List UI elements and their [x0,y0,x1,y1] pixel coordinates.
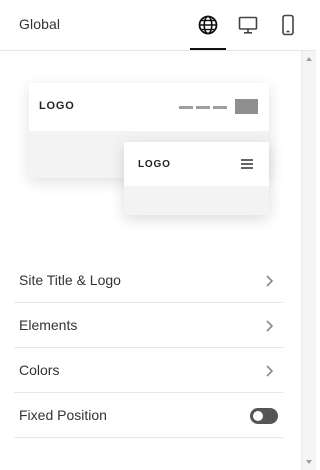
desktop-header-bar: LOGO [29,83,269,131]
hamburger-menu-icon [241,159,253,169]
header-preview: LOGO LOGO [0,51,300,241]
settings-item-label: Site Title & Logo [19,272,121,288]
nav-link-placeholder [213,106,227,109]
mobile-header-bar: LOGO [124,142,269,186]
tab-desktop[interactable] [233,10,263,40]
desktop-logo: LOGO [39,100,75,112]
panel-title: Global [19,16,61,32]
settings-item-elements[interactable]: Elements [14,303,283,348]
desktop-icon [238,16,258,34]
nav-button-placeholder [235,99,258,114]
active-tab-indicator [190,48,226,50]
settings-item-fixed-position: Fixed Position [14,393,283,438]
fixed-position-toggle[interactable] [250,408,278,424]
mobile-icon [282,14,294,36]
settings-item-label: Fixed Position [19,407,107,423]
chevron-right-icon [266,365,274,377]
tab-global[interactable] [193,10,223,40]
settings-list: Site Title & Logo Elements Colors Fixed … [14,258,283,438]
scroll-up-arrow[interactable] [306,57,312,61]
settings-item-site-title-logo[interactable]: Site Title & Logo [14,258,283,303]
chevron-right-icon [266,275,274,287]
nav-link-placeholder [196,106,210,109]
nav-link-placeholder [179,106,193,109]
panel-header: Global [0,0,316,51]
chevron-right-icon [266,320,274,332]
globe-icon [198,15,218,35]
style-panel: Global LOGO LOGO Site Title & Logo Eleme… [0,0,316,470]
toggle-knob [253,411,263,421]
tab-mobile[interactable] [273,10,303,40]
settings-item-colors[interactable]: Colors [14,348,283,393]
mobile-preview: LOGO [124,142,269,215]
settings-item-label: Colors [19,362,60,378]
settings-item-label: Elements [19,317,78,333]
mobile-logo: LOGO [138,159,171,170]
scroll-down-arrow[interactable] [306,460,312,464]
vertical-scrollbar[interactable] [301,51,316,470]
